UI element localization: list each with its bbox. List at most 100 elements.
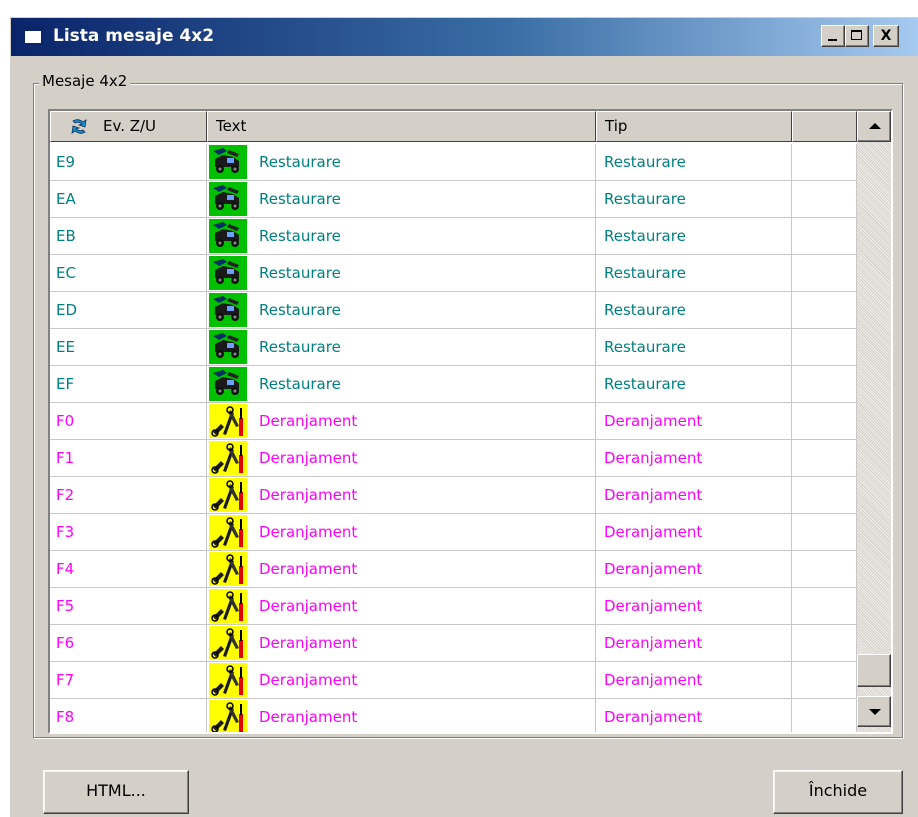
cell-text: Restaurare — [207, 181, 596, 217]
table-row[interactable]: F5 Deranjament Deranjament — [50, 588, 857, 625]
cell-event-code: F1 — [50, 440, 207, 476]
tow-truck-icon — [209, 367, 247, 401]
arrow-down-icon — [869, 709, 881, 715]
column-header-tip[interactable]: Tip — [596, 111, 792, 142]
cell-tip: Restaurare — [596, 292, 792, 328]
cell-text-label: Deranjament — [259, 449, 358, 467]
cell-tip: Deranjament — [596, 699, 792, 732]
table-row[interactable]: EE Restaurare Restaurare — [50, 329, 857, 366]
cell-extra — [792, 440, 857, 476]
table-row[interactable]: F0 Deranjament Deranjament — [50, 403, 857, 440]
cell-extra — [792, 514, 857, 550]
table-row[interactable]: F3 Deranjament Deranjament — [50, 514, 857, 551]
cell-text-label: Deranjament — [259, 560, 358, 578]
cell-tip: Deranjament — [596, 551, 792, 587]
window-icon — [23, 27, 43, 45]
title-bar[interactable]: Lista mesaje 4x2 X — [11, 18, 918, 56]
tow-truck-icon — [209, 182, 247, 216]
repair-tools-icon — [209, 589, 247, 623]
table-row[interactable]: F6 Deranjament Deranjament — [50, 625, 857, 662]
table-row[interactable]: EB Restaurare Restaurare — [50, 218, 857, 255]
cell-text-label: Deranjament — [259, 708, 358, 726]
table-row[interactable]: E9 Restaurare Restaurare — [50, 144, 857, 181]
cell-extra — [792, 144, 857, 180]
table-row[interactable]: F2 Deranjament Deranjament — [50, 477, 857, 514]
cell-event-code: F4 — [50, 551, 207, 587]
table-row[interactable]: EF Restaurare Restaurare — [50, 366, 857, 403]
table-row[interactable]: F4 Deranjament Deranjament — [50, 551, 857, 588]
column-header-extra[interactable] — [792, 111, 857, 142]
cell-text: Restaurare — [207, 366, 596, 402]
cell-extra — [792, 292, 857, 328]
scroll-thumb[interactable] — [857, 654, 891, 687]
cell-extra — [792, 551, 857, 587]
close-button[interactable]: Închide — [773, 770, 903, 814]
cell-tip: Restaurare — [596, 181, 792, 217]
column-header-event[interactable]: Ev. Z/U — [50, 111, 207, 142]
cell-text: Deranjament — [207, 662, 596, 698]
cell-event-code: F3 — [50, 514, 207, 550]
close-window-button[interactable]: X — [873, 25, 899, 47]
html-button[interactable]: HTML... — [43, 770, 189, 814]
cell-event-code: F7 — [50, 662, 207, 698]
cell-tip: Restaurare — [596, 329, 792, 365]
cell-extra — [792, 625, 857, 661]
repair-tools-icon — [209, 663, 247, 697]
cell-text: Deranjament — [207, 440, 596, 476]
cell-text-label: Restaurare — [259, 375, 341, 393]
repair-tools-icon — [209, 700, 247, 732]
cell-text: Deranjament — [207, 477, 596, 513]
scroll-down-button[interactable] — [857, 696, 891, 727]
cell-tip: Restaurare — [596, 218, 792, 254]
cell-text: Deranjament — [207, 699, 596, 732]
cell-event-code: EB — [50, 218, 207, 254]
cell-text: Restaurare — [207, 144, 596, 180]
minimize-button[interactable] — [821, 25, 845, 47]
table-row[interactable]: F1 Deranjament Deranjament — [50, 440, 857, 477]
cell-text: Restaurare — [207, 255, 596, 291]
cell-text-label: Restaurare — [259, 264, 341, 282]
cell-tip: Deranjament — [596, 514, 792, 550]
scroll-up-button[interactable] — [857, 111, 891, 142]
cell-event-code: F5 — [50, 588, 207, 624]
vertical-scrollbar[interactable] — [857, 111, 891, 732]
table-row[interactable]: F7 Deranjament Deranjament — [50, 662, 857, 699]
cell-tip: Restaurare — [596, 255, 792, 291]
table-row[interactable]: EA Restaurare Restaurare — [50, 181, 857, 218]
dialog-window: Lista mesaje 4x2 X Mesaje 4x2 Ev. Z/U Te… — [10, 17, 918, 817]
column-header-text[interactable]: Text — [207, 111, 596, 142]
table-row[interactable]: ED Restaurare Restaurare — [50, 292, 857, 329]
cell-text-label: Deranjament — [259, 486, 358, 504]
cell-tip: Deranjament — [596, 662, 792, 698]
maximize-button[interactable] — [845, 25, 869, 47]
tow-truck-icon — [209, 256, 247, 290]
window-title: Lista mesaje 4x2 — [53, 26, 215, 46]
sort-arrow-icon — [71, 119, 87, 134]
cell-text: Deranjament — [207, 625, 596, 661]
list-rows: E9 Restaurare Restaurare EA Restaurare Restau… — [50, 144, 857, 732]
cell-extra — [792, 662, 857, 698]
tow-truck-icon — [209, 145, 247, 179]
cell-tip: Deranjament — [596, 440, 792, 476]
group-label: Mesaje 4x2 — [39, 72, 131, 90]
cell-text-label: Deranjament — [259, 523, 358, 541]
cell-text: Deranjament — [207, 403, 596, 439]
repair-tools-icon — [209, 552, 247, 586]
cell-event-code: EA — [50, 181, 207, 217]
cell-event-code: EF — [50, 366, 207, 402]
close-icon: X — [880, 28, 892, 44]
cell-event-code: F2 — [50, 477, 207, 513]
table-row[interactable]: F8 Deranjament Deranjament — [50, 699, 857, 732]
cell-text: Restaurare — [207, 329, 596, 365]
table-row[interactable]: EC Restaurare Restaurare — [50, 255, 857, 292]
repair-tools-icon — [209, 478, 247, 512]
cell-extra — [792, 699, 857, 732]
cell-tip: Restaurare — [596, 366, 792, 402]
repair-tools-icon — [209, 626, 247, 660]
cell-text-label: Deranjament — [259, 597, 358, 615]
cell-text-label: Deranjament — [259, 634, 358, 652]
messages-list[interactable]: Ev. Z/U Text Tip E9 Restaurare Restaurare E… — [48, 109, 893, 734]
cell-event-code: E9 — [50, 144, 207, 180]
cell-extra — [792, 181, 857, 217]
cell-text-label: Restaurare — [259, 338, 341, 356]
